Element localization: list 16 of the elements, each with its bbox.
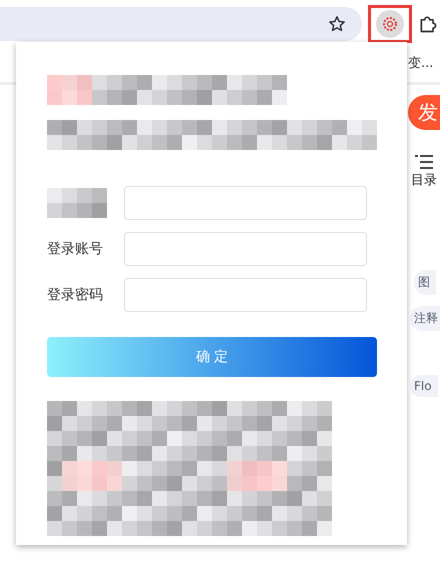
- tag-chip[interactable]: 图: [414, 270, 436, 295]
- field-label: 登录账号: [47, 240, 104, 258]
- tag-chip[interactable]: 注释: [410, 306, 440, 331]
- publish-button[interactable]: 发: [408, 95, 440, 130]
- tag-chip[interactable]: Flo: [410, 375, 438, 397]
- list-icon: [415, 155, 433, 169]
- star-icon[interactable]: [328, 15, 346, 33]
- input-field[interactable]: [124, 186, 367, 220]
- input-field[interactable]: [124, 232, 367, 266]
- extension-icon[interactable]: [375, 9, 405, 39]
- input-field[interactable]: [124, 278, 367, 312]
- bookmark-item[interactable]: 变...: [408, 54, 434, 72]
- puzzle-icon[interactable]: [418, 14, 438, 34]
- field-label: 登录密码: [47, 286, 104, 304]
- toc-label: 目录: [411, 172, 437, 189]
- pixelated-text: [47, 188, 107, 218]
